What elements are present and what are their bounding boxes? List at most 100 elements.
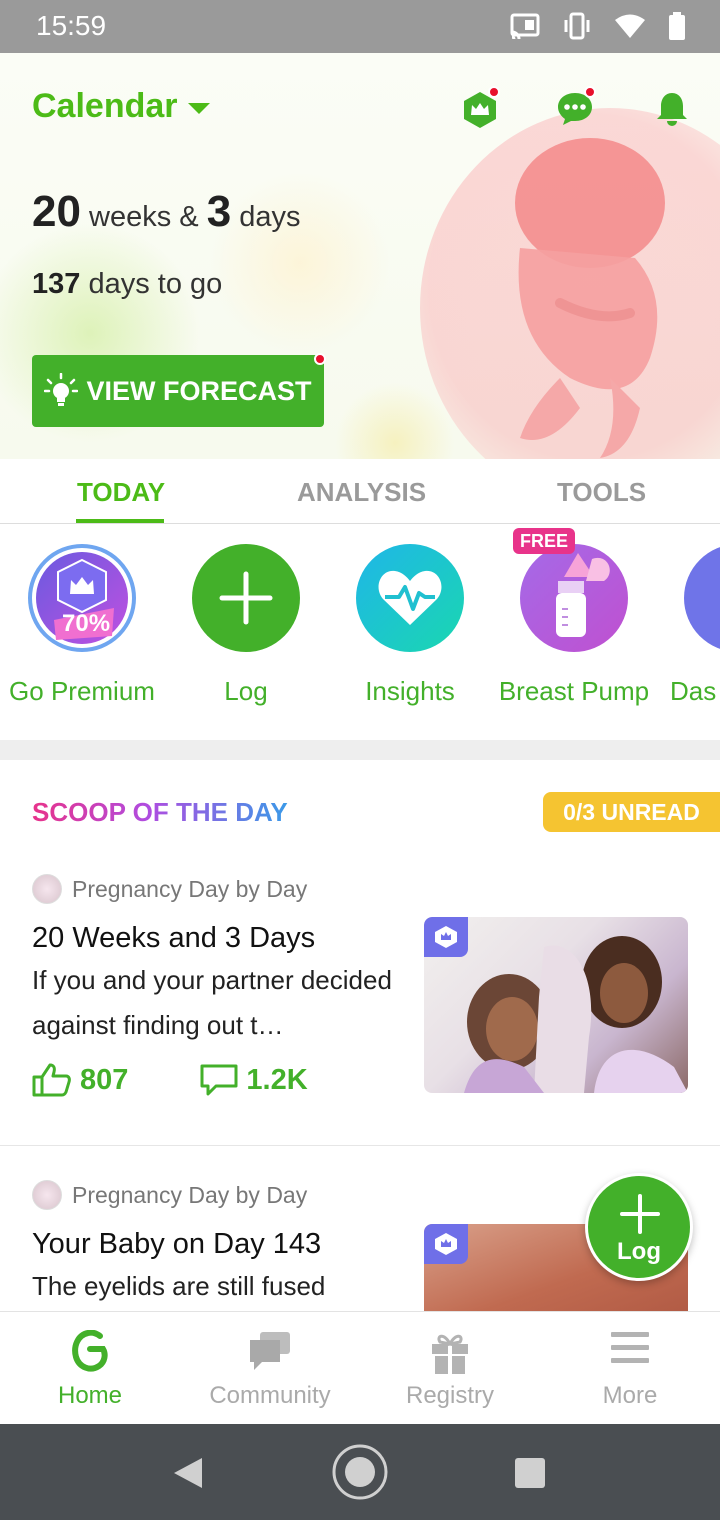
go-premium-button[interactable]: 70% Go Premium xyxy=(2,544,162,707)
article-source: Pregnancy Day by Day xyxy=(32,874,307,904)
breast-pump-button[interactable]: Breast Pump xyxy=(494,544,654,707)
nav-registry[interactable]: Registry xyxy=(360,1312,540,1425)
tab-analysis[interactable]: ANALYSIS xyxy=(297,477,426,508)
log-fab-button[interactable]: Log xyxy=(585,1173,693,1281)
breast-pump-icon xyxy=(520,544,628,652)
like-count: 807 xyxy=(80,1063,129,1096)
bottom-nav: Home Community Registry More xyxy=(0,1311,720,1424)
tab-today[interactable]: TODAY xyxy=(77,477,165,508)
view-forecast-button[interactable]: VIEW FORECAST xyxy=(32,353,326,427)
calendar-dropdown[interactable]: Calendar xyxy=(32,87,210,126)
log-button[interactable]: Log xyxy=(166,544,326,707)
days-word: days xyxy=(239,201,301,233)
heart-pulse-icon xyxy=(356,544,464,652)
gift-icon xyxy=(432,1334,468,1374)
premium-crown-button[interactable] xyxy=(462,86,500,134)
source-name: Pregnancy Day by Day xyxy=(72,875,308,902)
nav-home[interactable]: Home xyxy=(0,1312,180,1425)
home-g-icon xyxy=(72,1330,108,1372)
bell-icon xyxy=(657,93,687,126)
quick-actions-row: 70% Go Premium Log Insights Breast Pump … xyxy=(0,524,720,740)
insights-button[interactable]: Insights xyxy=(330,544,490,707)
free-tag: FREE xyxy=(513,528,575,554)
source-avatar xyxy=(32,874,62,904)
premium-content-badge xyxy=(424,1224,468,1264)
article-card[interactable]: Pregnancy Day by Day 20 Weeks and 3 Days… xyxy=(0,860,720,1140)
breast-pump-label: Breast Pump xyxy=(498,676,650,706)
home-circle-icon[interactable] xyxy=(331,1443,389,1501)
article-snippet: The eyelids are still fused xyxy=(32,1271,326,1301)
chat-button[interactable] xyxy=(556,86,596,132)
status-time: 15:59 xyxy=(36,10,107,41)
days-to-go-text: days to go xyxy=(88,268,223,300)
nav-more[interactable]: More xyxy=(540,1312,720,1425)
menu-icon xyxy=(611,1332,649,1363)
chevron-down-icon xyxy=(187,103,210,114)
go-premium-label: Go Premium xyxy=(9,676,155,706)
nav-community[interactable]: Community xyxy=(180,1312,360,1425)
log-label: Log xyxy=(224,676,268,706)
scoop-title: SCOOP OF THE DAY xyxy=(32,797,288,827)
vibrate-icon xyxy=(564,12,590,40)
view-forecast-label: VIEW FORECAST xyxy=(86,375,312,406)
dashboard-icon xyxy=(684,544,720,652)
article-divider xyxy=(0,1145,720,1146)
unread-badge[interactable]: 0/3 UNREAD xyxy=(543,792,720,832)
notifications-button[interactable] xyxy=(655,91,689,132)
premium-content-badge xyxy=(424,917,468,957)
crown-icon xyxy=(435,1233,457,1255)
back-icon[interactable] xyxy=(172,1456,204,1490)
notification-dot xyxy=(584,86,596,98)
like-button[interactable]: 807 xyxy=(32,1063,128,1097)
weeks-number: 20 xyxy=(32,187,81,236)
premium-badge-icon: 70% xyxy=(28,544,136,652)
pregnancy-hero: Calendar 20 weeks & 3 days 137 days to g… xyxy=(0,53,720,459)
pregnancy-week-counter: 20 weeks & 3 days xyxy=(32,187,301,237)
nav-more-label: More xyxy=(602,1382,658,1409)
main-tabs: TODAY ANALYSIS TOOLS xyxy=(0,459,720,524)
fab-label: Log xyxy=(617,1238,661,1265)
battery-icon xyxy=(669,12,685,40)
days-number: 3 xyxy=(206,187,232,236)
comment-count: 1.2K xyxy=(246,1063,308,1096)
source-avatar xyxy=(32,1180,62,1210)
source-name: Pregnancy Day by Day xyxy=(72,1181,308,1208)
section-divider xyxy=(0,740,720,760)
article-title: 20 Weeks and 3 Days xyxy=(32,922,316,954)
premium-discount-badge: 70% xyxy=(62,610,111,637)
comment-button[interactable]: 1.2K xyxy=(200,1063,308,1097)
fetus-illustration xyxy=(420,108,720,459)
article-stats: 807 1.2K xyxy=(32,1063,308,1097)
nav-community-label: Community xyxy=(209,1382,331,1409)
cast-icon xyxy=(510,13,540,39)
active-tab-indicator xyxy=(76,519,164,523)
recents-icon[interactable] xyxy=(514,1457,546,1489)
insights-label: Insights xyxy=(365,676,455,706)
dashboard-label: Das xyxy=(670,676,717,706)
days-to-go-number: 137 xyxy=(32,268,81,300)
community-chat-icon xyxy=(250,1332,290,1370)
status-bar: 15:59 xyxy=(0,0,720,53)
days-to-go: 137 days to go xyxy=(32,268,222,301)
dashboard-button[interactable]: Das xyxy=(658,544,720,707)
comment-icon xyxy=(200,1064,238,1096)
article-thumbnail xyxy=(424,917,688,1093)
status-icons xyxy=(510,12,686,40)
plus-icon xyxy=(192,544,300,652)
lightbulb-icon xyxy=(44,373,79,406)
article-title: Your Baby on Day 143 xyxy=(32,1228,322,1260)
notification-dot xyxy=(314,353,326,365)
weeks-word: weeks & xyxy=(89,201,199,233)
article-snippet: If you and your partner decided against … xyxy=(32,965,392,1040)
plus-icon xyxy=(620,1194,660,1234)
notification-dot xyxy=(488,86,500,98)
article-source: Pregnancy Day by Day xyxy=(32,1180,307,1210)
thumbs-up-icon xyxy=(32,1063,71,1097)
system-navigation-bar xyxy=(0,1424,720,1520)
crown-icon xyxy=(435,926,457,948)
wifi-icon xyxy=(615,14,645,38)
calendar-label: Calendar xyxy=(32,87,178,125)
nav-registry-label: Registry xyxy=(405,1382,495,1409)
tab-tools[interactable]: TOOLS xyxy=(557,477,646,508)
nav-home-label: Home xyxy=(57,1382,123,1409)
